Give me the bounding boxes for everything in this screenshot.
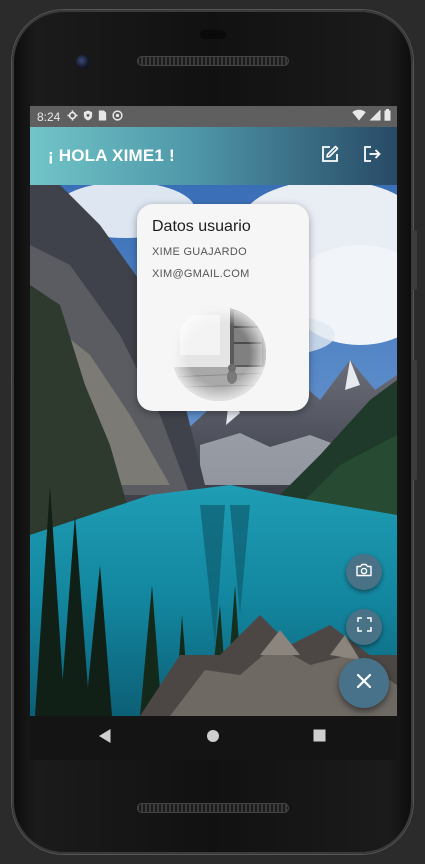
recents-button[interactable] xyxy=(309,728,329,748)
power-button xyxy=(412,230,417,290)
edit-icon xyxy=(320,144,340,169)
logout-button[interactable] xyxy=(359,143,385,169)
battery-icon xyxy=(384,109,391,124)
scan-icon xyxy=(356,617,372,637)
recents-icon xyxy=(313,729,326,747)
card-title: Datos usuario xyxy=(152,218,251,235)
bottom-speaker xyxy=(137,803,289,813)
user-email: XIM@GMAIL.COM xyxy=(152,268,250,280)
earpiece xyxy=(200,30,226,39)
close-icon xyxy=(356,673,372,694)
wifi-icon xyxy=(352,109,366,124)
status-right-icons xyxy=(352,109,391,124)
signal-icon xyxy=(369,109,381,124)
sync-icon xyxy=(112,109,123,124)
settings-icon xyxy=(67,109,78,124)
close-fab-button[interactable] xyxy=(339,658,389,708)
status-bar: 8:24 xyxy=(30,106,397,127)
top-speaker xyxy=(137,56,289,66)
volume-button xyxy=(412,360,417,480)
status-time: 8:24 xyxy=(37,109,61,124)
front-camera xyxy=(76,55,90,69)
screen: 8:24 ¡ HOLA XIME1 ! Datos usuario XIME G… xyxy=(30,106,397,716)
home-button[interactable] xyxy=(203,728,223,748)
camera-button[interactable] xyxy=(346,554,382,590)
app-bar: ¡ HOLA XIME1 ! xyxy=(30,127,397,185)
sim-card-icon xyxy=(98,109,107,124)
home-icon xyxy=(206,729,220,748)
user-data-card: Datos usuario XIME GUAJARDO XIM@GMAIL.CO… xyxy=(137,204,309,411)
page-title: ¡ HOLA XIME1 ! xyxy=(48,146,175,165)
camera-icon xyxy=(356,563,372,582)
scan-button[interactable] xyxy=(346,609,382,645)
edit-button[interactable] xyxy=(317,143,343,169)
shield-icon xyxy=(83,109,93,124)
navigation-bar xyxy=(30,716,397,760)
back-icon xyxy=(98,728,112,749)
user-name: XIME GUAJARDO xyxy=(152,246,247,258)
back-button[interactable] xyxy=(95,728,115,748)
profile-photo[interactable] xyxy=(172,307,266,401)
logout-icon xyxy=(362,144,382,169)
